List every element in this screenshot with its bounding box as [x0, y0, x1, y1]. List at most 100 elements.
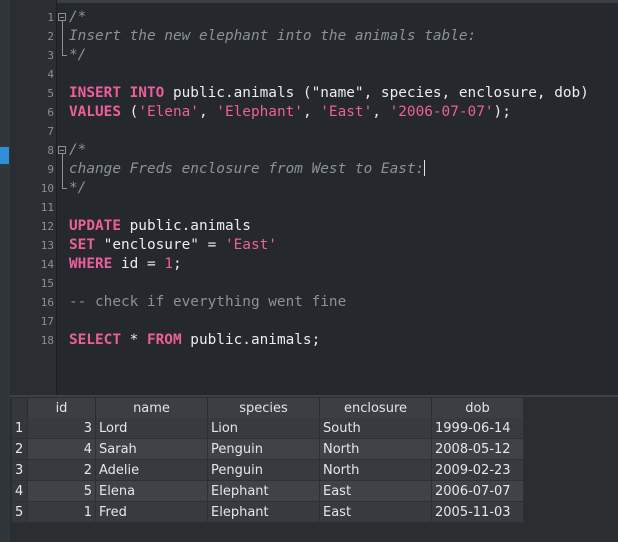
- cell-species[interactable]: Elephant: [207, 480, 320, 502]
- cell-enclosure[interactable]: East: [319, 480, 432, 502]
- cell-enclosure[interactable]: North: [319, 438, 432, 460]
- cell-species[interactable]: Lion: [207, 418, 320, 439]
- editor-top-border: [10, 0, 618, 3]
- results-divider[interactable]: [10, 395, 618, 397]
- cell-name[interactable]: Fred: [95, 501, 208, 523]
- code-line-14: WHERE id = 1;: [69, 255, 182, 274]
- code-line-12: UPDATE public.animals: [69, 217, 251, 236]
- code-text: ,: [302, 104, 321, 120]
- keyword: WHERE: [69, 256, 113, 272]
- table-row[interactable]: 1 3 Lord Lion South 1999-06-14: [12, 418, 524, 439]
- code-line-6: VALUES ('Elena', 'Elephant', 'East', '20…: [69, 103, 511, 122]
- code-text: "enclosure" =: [95, 237, 225, 253]
- cell-id[interactable]: 5: [27, 480, 96, 502]
- column-header-species[interactable]: species: [207, 398, 320, 418]
- cell-id[interactable]: 2: [27, 459, 96, 481]
- keyword: SELECT: [69, 332, 121, 348]
- column-header-dob[interactable]: dob: [431, 398, 524, 418]
- cell-species[interactable]: Penguin: [207, 459, 320, 481]
- fold-toggle-icon[interactable]: [58, 146, 66, 154]
- cell-species[interactable]: Elephant: [207, 501, 320, 523]
- code-text: ,: [372, 104, 390, 120]
- results-panel: id name species enclosure dob 1 3 Lord L…: [10, 395, 618, 542]
- line-number: 17: [40, 315, 54, 328]
- string-literal: 'Elena': [138, 104, 199, 120]
- current-line-marker: [0, 147, 9, 164]
- code-text: id =: [112, 256, 165, 272]
- row-number[interactable]: 4: [12, 480, 28, 502]
- line-number: 4: [47, 68, 54, 81]
- sql-editor[interactable]: 1 2 3 4 5 6 7 8 9 10 11 12 13 14 15 16 1…: [10, 0, 618, 395]
- line-number: 18: [40, 334, 54, 347]
- keyword: VALUES: [69, 104, 121, 120]
- code-line-13: SET "enclosure" = 'East': [69, 236, 277, 255]
- code-line-5: INSERT INTO public.animals ("name", spec…: [69, 84, 589, 103]
- table-row[interactable]: 5 1 Fred Elephant East 2005-11-03: [12, 501, 524, 523]
- code-text: *: [120, 332, 147, 348]
- line-number: 15: [40, 277, 54, 290]
- column-header-enclosure[interactable]: enclosure: [319, 398, 432, 418]
- cell-name[interactable]: Lord: [95, 418, 208, 439]
- cell-id[interactable]: 1: [27, 501, 96, 523]
- cell-enclosure[interactable]: North: [319, 459, 432, 481]
- row-number[interactable]: 1: [12, 418, 28, 439]
- cell-enclosure[interactable]: East: [319, 501, 432, 523]
- code-line-18: SELECT * FROM public.animals;: [69, 331, 320, 350]
- cell-dob[interactable]: 2005-11-03: [431, 501, 524, 523]
- cell-dob[interactable]: 2006-07-07: [431, 480, 524, 502]
- string-literal: 'Elephant': [216, 104, 303, 120]
- keyword: UPDATE: [69, 218, 121, 234]
- fold-line: [62, 21, 63, 55]
- code-text: ,: [198, 104, 217, 120]
- row-number[interactable]: 5: [12, 501, 28, 523]
- comment-text: change Freds enclosure from West to East…: [69, 161, 425, 177]
- table-row[interactable]: 3 2 Adelie Penguin North 2009-02-23: [12, 459, 524, 481]
- left-strip: [0, 0, 10, 542]
- line-number: 1: [47, 11, 54, 24]
- line-number: 2: [47, 30, 54, 43]
- cell-dob[interactable]: 2008-05-12: [431, 438, 524, 460]
- cell-id[interactable]: 3: [27, 418, 96, 439]
- line-number: 11: [40, 201, 54, 214]
- cell-enclosure[interactable]: South: [319, 418, 432, 439]
- column-header-id[interactable]: id: [27, 398, 96, 418]
- line-number: 6: [47, 106, 54, 119]
- cell-species[interactable]: Penguin: [207, 438, 320, 460]
- cell-dob[interactable]: 2009-02-23: [431, 459, 524, 481]
- cell-name[interactable]: Sarah: [95, 438, 208, 460]
- row-number[interactable]: 3: [12, 459, 28, 481]
- cell-id[interactable]: 4: [27, 438, 96, 460]
- code-text: public.animals: [120, 218, 251, 234]
- code-line-9: change Freds enclosure from West to East…: [69, 160, 426, 179]
- row-number[interactable]: 2: [12, 438, 28, 460]
- code-line-8: /*: [69, 142, 87, 158]
- table-row[interactable]: 2 4 Sarah Penguin North 2008-05-12: [12, 438, 524, 460]
- line-number: 10: [40, 182, 54, 195]
- code-line-2: Insert the new elephant into the animals…: [69, 28, 477, 44]
- code-line-10: */: [69, 180, 87, 196]
- line-number: 12: [40, 220, 54, 233]
- code-text: ;: [172, 256, 182, 272]
- header-row: id name species enclosure dob: [12, 398, 524, 418]
- line-number: 13: [40, 239, 54, 252]
- row-number-header[interactable]: [12, 398, 28, 418]
- fold-end: [62, 55, 67, 56]
- code-text: public.animals;: [181, 332, 321, 348]
- string-literal: 'East': [320, 104, 373, 120]
- keyword: INSERT INTO: [69, 85, 165, 101]
- cell-dob[interactable]: 1999-06-14: [431, 418, 524, 439]
- cell-name[interactable]: Elena: [95, 480, 208, 502]
- cell-name[interactable]: Adelie: [95, 459, 208, 481]
- table-row[interactable]: 4 5 Elena Elephant East 2006-07-07: [12, 480, 524, 502]
- line-number: 16: [40, 296, 54, 309]
- line-number: 9: [47, 163, 54, 176]
- column-header-name[interactable]: name: [95, 398, 208, 418]
- line-number: 7: [47, 125, 54, 138]
- keyword: SET: [69, 237, 95, 253]
- line-number: 5: [47, 87, 54, 100]
- string-literal: 'East': [224, 237, 277, 253]
- fold-toggle-icon[interactable]: [58, 13, 66, 21]
- line-number: 8: [47, 144, 54, 157]
- string-literal: '2006-07-07': [389, 104, 494, 120]
- code-text: public.animals ("name", species, enclosu…: [164, 85, 589, 101]
